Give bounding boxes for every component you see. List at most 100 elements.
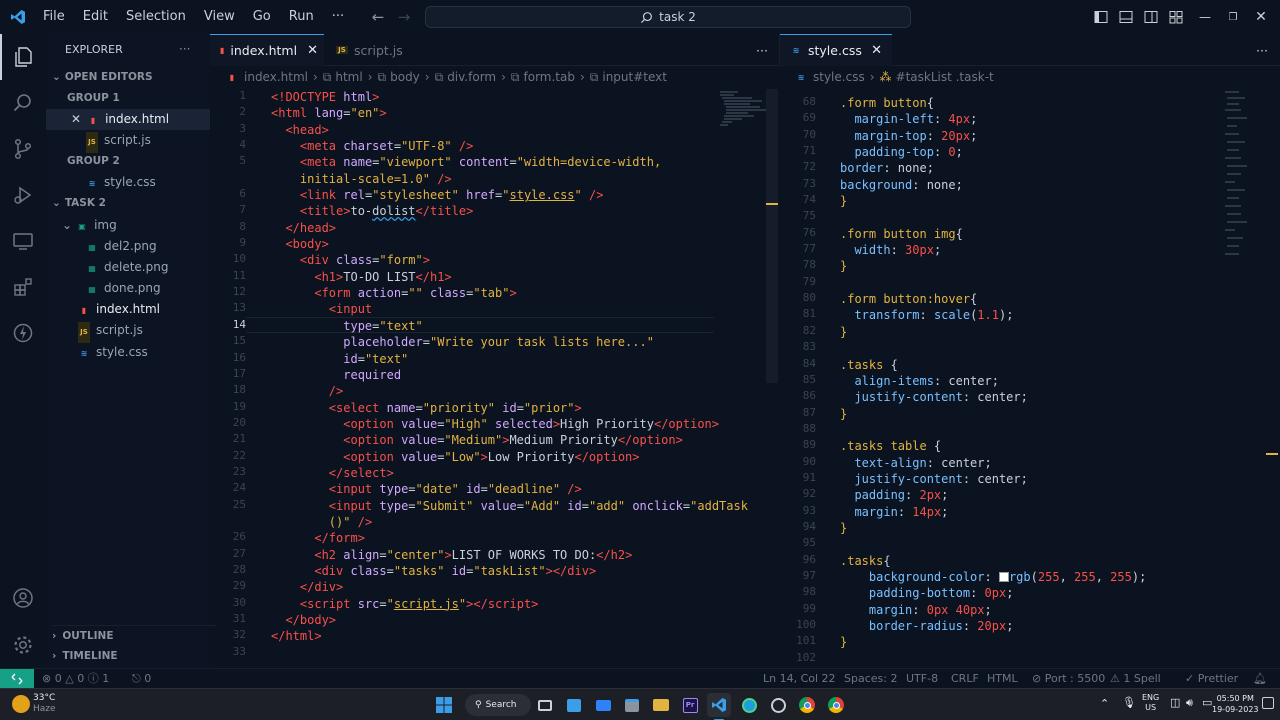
input-language[interactable]: ENG US <box>1142 693 1159 713</box>
tab-style-css[interactable]: ≋ style.css ✕ <box>780 34 892 66</box>
customize-layout-icon[interactable] <box>1167 0 1185 34</box>
cursor-position[interactable]: Ln 14, Col 22 <box>763 669 836 689</box>
menu-selection[interactable]: Selection <box>117 0 195 34</box>
open-editor-index-html[interactable]: ✕ ▮ index.html <box>46 109 210 130</box>
file-explorer-icon[interactable] <box>649 693 673 717</box>
settings-gear-icon[interactable] <box>0 622 46 668</box>
close-tab-icon[interactable]: ✕ <box>307 43 318 58</box>
line-number: 26 <box>232 530 246 544</box>
menu-more[interactable]: ··· <box>323 0 353 34</box>
ports-indicator[interactable]: ⎋ 0 <box>132 669 151 689</box>
breadcrumb-item[interactable]: div.form <box>447 70 496 84</box>
line-number: 69 <box>802 111 816 125</box>
line-number: 15 <box>232 334 246 348</box>
restore-icon[interactable]: ❐ <box>1224 0 1242 34</box>
menu-view[interactable]: View <box>195 0 244 34</box>
copilot-icon[interactable] <box>0 310 46 356</box>
back-arrow-icon[interactable]: ← <box>365 8 391 26</box>
editor2-code[interactable]: .form button{ margin-left: 4px; margin-t… <box>840 95 1146 651</box>
close-tab-icon[interactable]: ✕ <box>871 43 882 58</box>
tray-overflow-chevron-icon[interactable]: ⌃ <box>1100 697 1109 710</box>
task-view-icon[interactable] <box>533 693 557 717</box>
chrome-profile-icon[interactable] <box>824 693 848 717</box>
remote-explorer-icon[interactable] <box>0 218 46 264</box>
outline-section[interactable]: › OUTLINE <box>52 625 216 646</box>
chrome-icon[interactable] <box>795 693 819 717</box>
explorer-more-icon[interactable]: ··· <box>179 39 199 60</box>
accounts-icon[interactable] <box>0 575 46 621</box>
close-editor-icon[interactable]: ✕ <box>71 112 81 126</box>
explorer-icon[interactable] <box>0 34 46 80</box>
line-ending[interactable]: CRLF <box>951 669 979 689</box>
close-window-icon[interactable]: ✕ <box>1252 0 1270 34</box>
weather-widget[interactable]: 33°C Haze <box>33 693 56 715</box>
spell-check[interactable]: ⚠ 1 Spell <box>1110 669 1161 689</box>
edge-browser-icon[interactable] <box>737 693 761 717</box>
mail-icon[interactable] <box>591 693 615 717</box>
file-index-html[interactable]: ▮ index.html <box>46 299 210 320</box>
split-editor-icon[interactable] <box>722 34 742 66</box>
editor1-more-icon[interactable]: ··· <box>746 34 770 66</box>
timeline-section[interactable]: › TIMELINE <box>52 646 216 667</box>
breadcrumb-item[interactable]: style.css <box>813 70 865 84</box>
toggle-panel-icon[interactable] <box>1117 0 1135 34</box>
battery-icon[interactable]: ▭ <box>1202 696 1212 709</box>
clock[interactable]: 05:50 PM 19-09-2023 <box>1212 693 1259 715</box>
command-center-search[interactable]: task 2 <box>425 6 911 28</box>
menu-go[interactable]: Go <box>244 0 280 34</box>
prettier-status[interactable]: ✓ Prettier <box>1185 669 1238 689</box>
selector-icon: ⁂ <box>879 70 892 84</box>
editor2-more-icon[interactable]: ··· <box>1246 34 1270 66</box>
task2-folder-section[interactable]: ⌄ TASK 2 <box>52 193 216 214</box>
source-control-icon[interactable] <box>0 126 46 172</box>
editor1-minimap[interactable] <box>720 89 766 129</box>
extensions-icon[interactable] <box>0 264 46 310</box>
encoding[interactable]: UTF-8 <box>906 669 938 689</box>
windows-start-icon[interactable] <box>432 693 456 717</box>
run-debug-icon[interactable] <box>0 172 46 218</box>
open-editors-section[interactable]: ⌄ OPEN EDITORS <box>52 67 216 88</box>
editor1-code[interactable]: <!DOCTYPE html> <html lang="en"> <head> … <box>271 89 748 645</box>
network-icon[interactable]: ◫ <box>1170 696 1180 709</box>
editor2-minimap[interactable] <box>1225 89 1265 269</box>
remote-indicator-icon[interactable] <box>0 669 34 689</box>
vscode-taskbar-icon[interactable] <box>707 693 731 717</box>
folder-img[interactable]: ⌄ ▣ img <box>62 215 226 236</box>
live-server-port[interactable]: ⊘ Port : 5500 <box>1032 669 1105 689</box>
run-file-icon[interactable] <box>696 34 716 66</box>
indentation[interactable]: Spaces: 2 <box>844 669 897 689</box>
store-icon[interactable] <box>562 693 586 717</box>
toggle-primary-sidebar-icon[interactable] <box>1092 0 1110 34</box>
line-number: 81 <box>802 307 816 321</box>
menu-run[interactable]: Run <box>280 0 323 34</box>
html-file-icon: ▮ <box>229 72 235 82</box>
problems-indicator[interactable]: ⊗ 0 △ 0 ⓘ 1 <box>42 669 109 689</box>
breadcrumb-item[interactable]: index.html <box>244 70 308 84</box>
breadcrumb-item[interactable]: #taskList .task-t <box>896 70 994 84</box>
search-view-icon[interactable] <box>0 80 46 126</box>
language-mode[interactable]: HTML <box>987 669 1018 689</box>
taskbar-search[interactable]: ⚲ Search <box>465 694 531 716</box>
chatgpt-icon[interactable] <box>766 693 790 717</box>
breadcrumb-item[interactable]: input#text <box>602 70 667 84</box>
breadcrumb-item[interactable]: body <box>390 70 420 84</box>
notifications-bell-icon[interactable]: 🔔︎ <box>1253 669 1267 689</box>
premiere-pro-icon[interactable]: Pr <box>678 693 702 717</box>
weather-sun-icon[interactable] <box>12 695 30 713</box>
menu-file[interactable]: File <box>34 0 74 34</box>
notification-center-icon[interactable] <box>1262 697 1274 709</box>
volume-icon[interactable]: 🔊︎ <box>1186 696 1193 710</box>
breadcrumb-item[interactable]: html <box>335 70 362 84</box>
editor1-scrollbar[interactable] <box>766 89 778 383</box>
tab-script-js[interactable]: JS script.js <box>326 34 413 66</box>
line-number: 68 <box>802 95 816 108</box>
forward-arrow-icon[interactable]: → <box>391 8 417 26</box>
menu-edit[interactable]: Edit <box>74 0 117 34</box>
minimize-icon[interactable]: — <box>1196 0 1214 34</box>
toggle-secondary-sidebar-icon[interactable] <box>1142 0 1160 34</box>
breadcrumb-item[interactable]: form.tab <box>524 70 575 84</box>
microphone-icon[interactable]: 🎙︎ <box>1122 696 1136 709</box>
calendar-icon[interactable] <box>620 693 644 717</box>
tab-index-html[interactable]: ▮ index.html ✕ <box>210 34 324 66</box>
html-file-icon: ▮ <box>90 116 96 125</box>
